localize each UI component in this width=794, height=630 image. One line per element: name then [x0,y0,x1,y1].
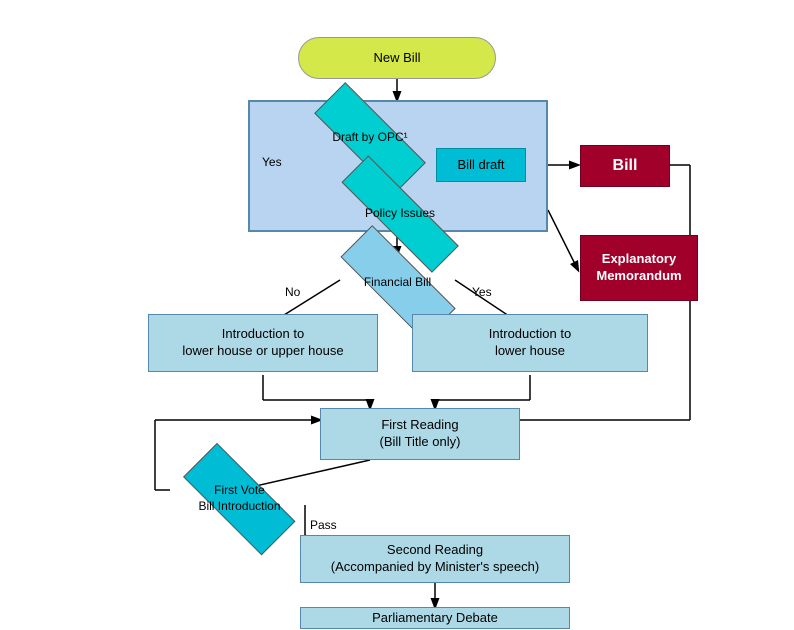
intro-lower-label: Introduction to lower house [489,326,571,360]
first-reading-node: First Reading (Bill Title only) [320,408,520,460]
parliamentary-debate-node: Parliamentary Debate [300,607,570,629]
intro-lower-upper-node: Introduction to lower house or upper hou… [148,314,378,372]
intro-lower-node: Introduction to lower house [412,314,648,372]
bill-draft-node: Bill draft [436,148,526,182]
policy-issues-diamond: Policy Issues [310,188,490,240]
no-label: No [285,285,300,299]
new-bill-node: New Bill [298,37,496,79]
intro-lower-upper-label: Introduction to lower house or upper hou… [182,326,343,360]
yes-text-1: Yes [262,155,282,169]
pass-label: Pass [310,518,337,532]
yes-label-1: Yes [262,155,282,169]
bill-node: Bill [580,145,670,187]
second-reading-node: Second Reading (Accompanied by Minister'… [300,535,570,583]
explanatory-memo-node: Explanatory Memorandum [580,235,698,301]
first-vote-label: First Vote Bill Introduction [198,483,280,514]
new-bill-label: New Bill [374,50,421,67]
flowchart-diagram: New Bill Draft by OPC¹ Yes Bill draft Po… [0,0,794,630]
no-text: No [285,285,300,299]
financial-bill-diamond: Financial Bill [315,252,480,314]
yes-label-2: Yes [472,285,492,299]
policy-issues-label: Policy Issues [365,206,435,222]
second-reading-label: Second Reading (Accompanied by Minister'… [331,542,539,576]
parliamentary-debate-label: Parliamentary Debate [372,610,498,627]
first-reading-label: First Reading (Bill Title only) [380,417,461,451]
first-vote-diamond: First Vote Bill Introduction [162,466,317,531]
yes-text-2: Yes [472,285,492,299]
explanatory-memo-label: Explanatory Memorandum [596,251,681,285]
pass-text: Pass [310,518,337,532]
draft-opc-label: Draft by OPC¹ [332,130,407,146]
bill-label: Bill [613,156,638,177]
financial-bill-label: Financial Bill [364,275,431,291]
bill-draft-label: Bill draft [458,157,505,174]
